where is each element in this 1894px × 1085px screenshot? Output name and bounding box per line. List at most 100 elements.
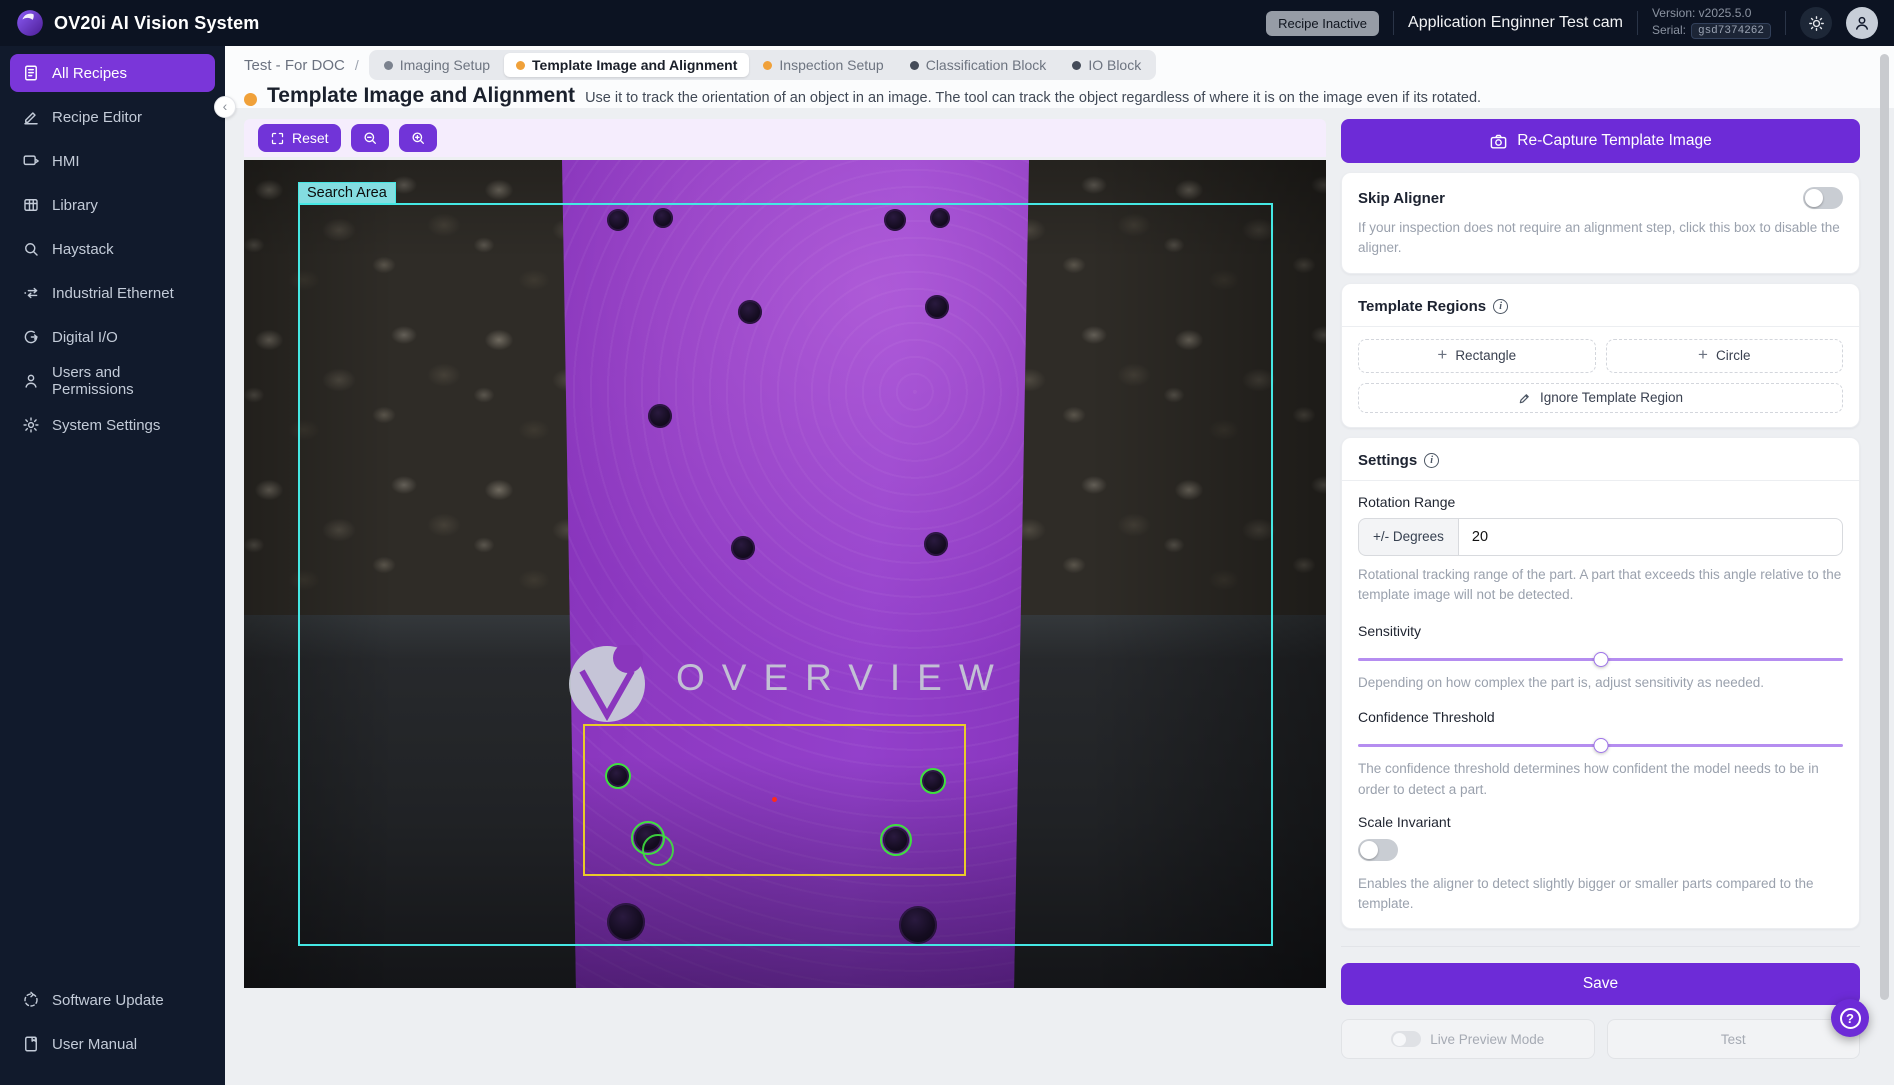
user-icon [1853,14,1871,32]
workflow-steps: Imaging Setup Template Image and Alignme… [369,50,1156,80]
sidebar-item-user-manual[interactable]: User Manual [10,1025,215,1063]
save-button[interactable]: Save [1341,963,1860,1005]
sidebar-item-software-update[interactable]: Software Update [10,981,215,1019]
sidebar-item-recipe-editor[interactable]: Recipe Editor [10,98,215,136]
settings-card: Settings i Rotation Range +/- Degrees Ro… [1341,437,1860,930]
ignore-template-region-button[interactable]: Ignore Template Region [1358,383,1843,413]
slider-handle[interactable] [1593,652,1608,667]
app-title: OV20i AI Vision System [54,13,260,34]
question-mark-icon: ? [1840,1008,1861,1029]
theme-toggle-button[interactable] [1800,7,1832,39]
sidebar-item-label: System Settings [52,417,160,434]
search-area-rect[interactable] [298,203,1273,946]
template-regions-title: Template Regions [1358,298,1486,315]
rectangle-label: Rectangle [1455,348,1516,363]
add-circle-region-button[interactable]: + Circle [1606,339,1844,373]
scale-invariant-description: Enables the aligner to detect slightly b… [1358,874,1843,915]
live-preview-toggle[interactable] [1391,1031,1421,1047]
info-icon[interactable]: i [1493,299,1508,314]
step-dot [516,61,525,70]
sidebar-item-label: Industrial Ethernet [52,285,174,302]
sidebar-item-hmi[interactable]: HMI [10,142,215,180]
zoom-out-icon [362,130,378,146]
test-label: Test [1721,1032,1746,1047]
step-inspection-setup[interactable]: Inspection Setup [751,53,895,77]
settings-title: Settings [1358,452,1417,469]
step-label: Inspection Setup [779,57,883,73]
rotation-range-label: Rotation Range [1358,494,1843,510]
step-classification-block[interactable]: Classification Block [898,53,1059,77]
zoom-out-button[interactable] [351,124,389,152]
test-button[interactable]: Test [1607,1019,1861,1059]
reset-view-button[interactable]: Reset [258,124,341,152]
step-template-image-alignment[interactable]: Template Image and Alignment [504,53,749,77]
sidebar-item-label: All Recipes [52,65,127,82]
digital-io-icon [22,328,40,346]
monitor-icon [22,152,40,170]
save-label: Save [1583,975,1618,993]
image-column: Reset [244,119,1326,988]
confidence-threshold-slider[interactable] [1358,737,1843,753]
recapture-template-button[interactable]: Re-Capture Template Image [1341,119,1860,163]
sensitivity-slider[interactable] [1358,651,1843,667]
skip-aligner-toggle[interactable] [1803,187,1843,209]
rotation-range-input[interactable] [1458,518,1843,556]
sidebar-item-library[interactable]: Library [10,186,215,224]
scale-invariant-label: Scale Invariant [1358,814,1843,830]
plus-icon: + [1437,346,1447,363]
template-regions-card: Template Regions i + Rectangle + Circl [1341,283,1860,428]
top-bar: OV20i AI Vision System Recipe Inactive A… [0,0,1894,46]
person-icon [22,372,40,390]
sidebar-item-users-permissions[interactable]: Users and Permissions [10,362,215,400]
scale-invariant-toggle[interactable] [1358,839,1398,861]
gear-icon [22,416,40,434]
sidebar-item-industrial-ethernet[interactable]: Industrial Ethernet [10,274,215,312]
sidebar-item-haystack[interactable]: Haystack [10,230,215,268]
sidebar-item-label: HMI [52,153,80,170]
step-dot [910,61,919,70]
sidebar-item-all-recipes[interactable]: All Recipes [10,54,215,92]
camera-icon [1489,132,1508,151]
fit-view-icon [270,131,285,146]
sidebar-item-label: Library [52,197,98,214]
zoom-in-icon [410,130,426,146]
page-scrollbar-thumb[interactable] [1880,54,1889,1000]
rotation-range-input-group: +/- Degrees [1358,518,1843,556]
manual-book-icon [22,1035,40,1053]
zoom-in-button[interactable] [399,124,437,152]
live-preview-mode-button[interactable]: Live Preview Mode [1341,1019,1595,1059]
step-label: Template Image and Alignment [532,57,737,73]
skip-aligner-title: Skip Aligner [1358,190,1445,207]
sidebar-item-digital-io[interactable]: Digital I/O [10,318,215,356]
user-avatar[interactable] [1846,7,1878,39]
brand: OV20i AI Vision System [16,9,260,37]
divider [1637,11,1638,35]
sidebar-item-label: User Manual [52,1036,137,1053]
sidebar-collapse-button[interactable]: ‹ [214,96,236,118]
degrees-unit-label: +/- Degrees [1358,518,1458,556]
info-icon[interactable]: i [1424,453,1439,468]
step-imaging-setup[interactable]: Imaging Setup [372,53,502,77]
sensitivity-description: Depending on how complex the part is, ad… [1358,673,1843,693]
breadcrumb-recipe-name[interactable]: Test - For DOC [244,57,345,74]
sidebar-item-label: Digital I/O [52,329,118,346]
sidebar-item-label: Recipe Editor [52,109,142,126]
slider-handle[interactable] [1593,738,1608,753]
reset-label: Reset [292,130,329,146]
step-io-block[interactable]: IO Block [1060,53,1153,77]
confidence-threshold-description: The confidence threshold determines how … [1358,759,1843,800]
page-description: Use it to track the orientation of an ob… [585,90,1481,106]
app-window: OV20i AI Vision System Recipe Inactive A… [0,0,1894,1085]
plus-icon: + [1698,346,1708,363]
help-fab-button[interactable]: ? [1831,999,1869,1037]
divider [1342,480,1859,481]
marker-pen-icon [1518,391,1532,405]
camera-image-canvas[interactable]: OVERVIEW Search Area [244,160,1326,988]
breadcrumb-separator: / [355,57,359,73]
sidebar: All Recipes Recipe Editor HMI Library Ha… [0,46,225,1085]
sidebar-item-system-settings[interactable]: System Settings [10,406,215,444]
version-label: Version: v2025.5.0 [1652,7,1771,20]
sidebar-item-label: Users and Permissions [52,364,203,398]
add-rectangle-region-button[interactable]: + Rectangle [1358,339,1596,373]
network-arrows-icon [22,284,40,302]
